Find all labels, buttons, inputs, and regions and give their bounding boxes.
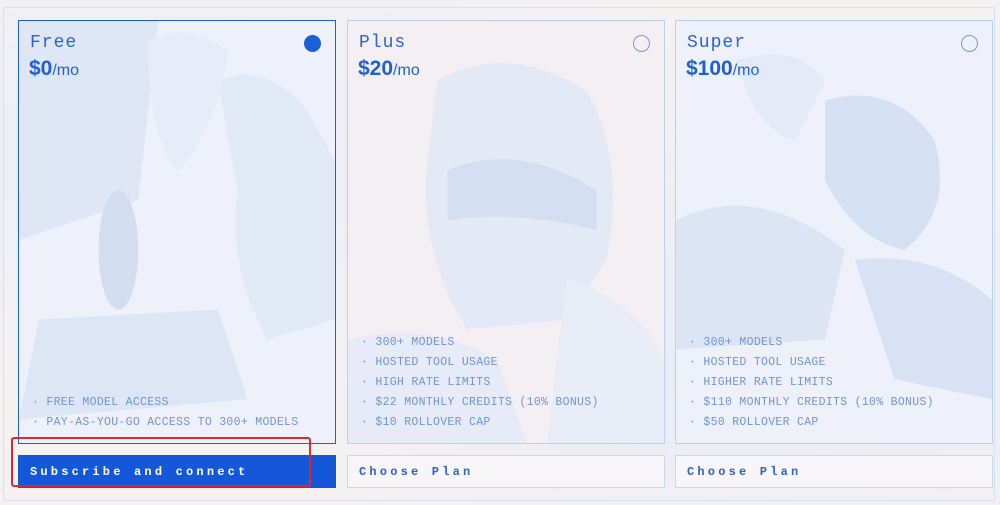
price-unit: /mo — [52, 62, 80, 79]
plan-illustration-free — [19, 21, 335, 443]
feature-list: 300+ MODELS HOSTED TOOL USAGE HIGH RATE … — [361, 333, 599, 433]
pricing-stage: Free $0/mo FREE MODEL ACCESS PAY-AS-YOU-… — [0, 0, 1000, 505]
choose-plan-plus-button[interactable]: Choose Plan — [347, 455, 665, 488]
plan-name: Plus — [359, 33, 407, 53]
feature-list: 300+ MODELS HOSTED TOOL USAGE HIGHER RAT… — [689, 333, 934, 433]
subscribe-and-connect-button[interactable]: Subscribe and connect — [18, 455, 336, 488]
price-unit: /mo — [732, 62, 760, 79]
feature-item: 300+ MODELS — [361, 333, 599, 353]
feature-item: HOSTED TOOL USAGE — [361, 353, 599, 373]
feature-list: FREE MODEL ACCESS PAY-AS-YOU-GO ACCESS T… — [32, 393, 298, 433]
plan-radio-free[interactable] — [304, 35, 321, 52]
plan-radio-super[interactable] — [961, 35, 978, 52]
feature-item: HOSTED TOOL USAGE — [689, 353, 934, 373]
feature-item: PAY-AS-YOU-GO ACCESS TO 300+ MODELS — [32, 413, 298, 433]
feature-item: $110 MONTHLY CREDITS (10% BONUS) — [689, 393, 934, 413]
feature-item: FREE MODEL ACCESS — [32, 393, 298, 413]
price-amount: $100 — [686, 57, 733, 80]
feature-item: 300+ MODELS — [689, 333, 934, 353]
plan-price: $100/mo — [686, 57, 759, 81]
price-amount: $0 — [29, 57, 53, 80]
feature-item: HIGHER RATE LIMITS — [689, 373, 934, 393]
plan-price: $20/mo — [358, 57, 420, 81]
price-amount: $20 — [358, 57, 394, 80]
plan-price: $0/mo — [29, 57, 79, 81]
feature-item: $10 ROLLOVER CAP — [361, 413, 599, 433]
plan-name: Free — [30, 33, 78, 53]
plan-name: Super — [687, 33, 747, 53]
feature-item: $22 MONTHLY CREDITS (10% BONUS) — [361, 393, 599, 413]
plan-card-super[interactable]: Super $100/mo 300+ MODELS HOSTED TOOL US… — [675, 20, 993, 444]
price-unit: /mo — [393, 62, 420, 79]
plan-radio-plus[interactable] — [633, 35, 650, 52]
choose-plan-super-button[interactable]: Choose Plan — [675, 455, 993, 488]
plan-card-free[interactable]: Free $0/mo FREE MODEL ACCESS PAY-AS-YOU-… — [18, 20, 336, 444]
feature-item: $50 ROLLOVER CAP — [689, 413, 934, 433]
plan-card-plus[interactable]: Plus $20/mo 300+ MODELS HOSTED TOOL USAG… — [347, 20, 665, 444]
feature-item: HIGH RATE LIMITS — [361, 373, 599, 393]
